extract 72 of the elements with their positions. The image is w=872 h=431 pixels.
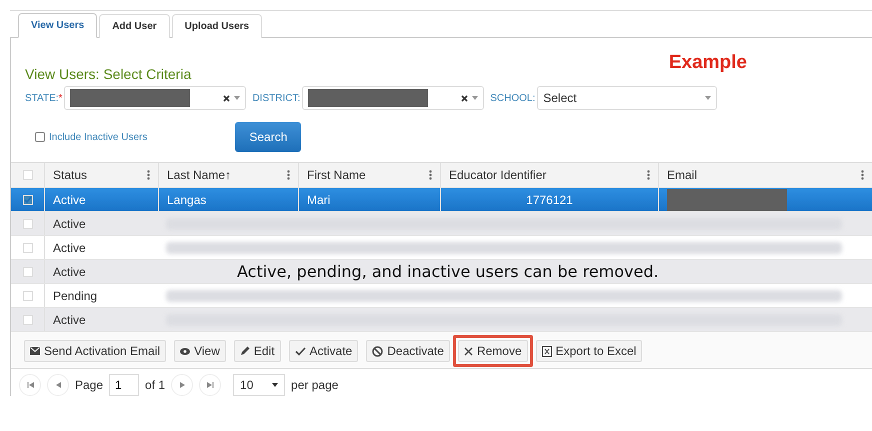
example-label: Example bbox=[668, 52, 747, 74]
action-button[interactable]: Send Activation Email bbox=[24, 340, 166, 362]
table-row[interactable]: Active bbox=[11, 212, 872, 236]
filter-label: DISTRICT: bbox=[252, 92, 300, 104]
envelope-icon bbox=[30, 347, 40, 355]
last-page-icon bbox=[206, 382, 214, 388]
search-button[interactable]: Search bbox=[235, 122, 302, 152]
ban-icon bbox=[372, 346, 384, 356]
column-menu-icon[interactable] bbox=[287, 170, 290, 180]
action-button[interactable]: Deactivate bbox=[366, 340, 450, 362]
table-row[interactable]: Active bbox=[11, 236, 872, 260]
column-header[interactable]: Status bbox=[53, 168, 88, 182]
page-count: of 1 bbox=[145, 378, 166, 392]
page-label: Page bbox=[75, 378, 104, 392]
table-cell: 1776121 bbox=[440, 188, 658, 211]
table-cell: Langas bbox=[158, 188, 298, 211]
column-menu-icon[interactable] bbox=[147, 170, 150, 180]
page-size-select[interactable]: 10 bbox=[233, 374, 286, 396]
eye-icon bbox=[180, 348, 190, 354]
tab[interactable]: Upload Users bbox=[172, 14, 262, 38]
close-icon bbox=[464, 346, 473, 356]
last-page-button[interactable] bbox=[199, 374, 222, 396]
spreadsheet-icon bbox=[542, 346, 552, 356]
first-page-button[interactable] bbox=[19, 374, 41, 396]
table-cell: Active bbox=[44, 236, 158, 259]
column-header[interactable]: Educator Identifier bbox=[449, 168, 546, 182]
action-button[interactable]: Edit bbox=[234, 340, 281, 362]
select-field[interactable]: Select bbox=[537, 86, 718, 110]
action-button[interactable]: View bbox=[174, 340, 226, 362]
column-header[interactable]: Last Name↑ bbox=[167, 168, 232, 182]
caret-icon bbox=[705, 96, 712, 100]
per-page-label: per page bbox=[291, 378, 338, 392]
table-row[interactable]: Pending bbox=[11, 284, 872, 308]
filter-label: STATE:* bbox=[25, 92, 62, 104]
table-cell: Pending bbox=[44, 284, 158, 307]
check-icon bbox=[294, 346, 306, 356]
action-button[interactable]: Activate bbox=[288, 340, 358, 362]
previous-page-button[interactable] bbox=[47, 374, 69, 396]
table-cell: Active bbox=[44, 212, 158, 235]
caret-icon bbox=[272, 383, 278, 387]
table-cell: Active bbox=[44, 188, 158, 211]
clear-icon[interactable] bbox=[223, 94, 230, 102]
action-button[interactable]: Export to Excel bbox=[536, 340, 642, 362]
table-cell: Mari bbox=[298, 188, 440, 211]
select-field[interactable] bbox=[64, 86, 246, 110]
tab[interactable]: View Users bbox=[18, 13, 98, 38]
row-checkbox[interactable] bbox=[22, 194, 32, 204]
filter-label: SCHOOL: bbox=[490, 92, 536, 104]
caret-icon bbox=[234, 96, 240, 100]
column-menu-icon[interactable] bbox=[861, 170, 864, 180]
column-menu-icon[interactable] bbox=[647, 170, 650, 180]
select-all-checkbox[interactable] bbox=[22, 170, 32, 180]
table-row[interactable]: Active bbox=[11, 308, 872, 332]
column-header[interactable]: First Name bbox=[307, 168, 366, 182]
pencil-icon bbox=[240, 346, 250, 356]
table-cell: Active bbox=[44, 260, 158, 283]
select-field[interactable] bbox=[302, 86, 484, 110]
section-title: View Users: Select Criteria bbox=[25, 66, 192, 82]
first-page-icon bbox=[26, 382, 34, 388]
caption-text: Active, pending, and inactive users can be removed. bbox=[237, 262, 659, 281]
action-button[interactable]: Remove bbox=[458, 340, 528, 362]
table-cell: Active bbox=[44, 308, 158, 331]
next-page-icon bbox=[180, 382, 185, 388]
table-row[interactable]: Active Langas Mari 1776121 bbox=[11, 188, 872, 212]
clear-icon[interactable] bbox=[461, 94, 468, 102]
column-header[interactable]: Email bbox=[667, 168, 698, 182]
page-input[interactable]: 1 bbox=[109, 374, 140, 396]
caret-icon bbox=[472, 96, 478, 100]
next-page-button[interactable] bbox=[171, 374, 194, 396]
tab[interactable]: Add User bbox=[99, 14, 170, 38]
previous-page-icon bbox=[56, 382, 60, 388]
column-menu-icon[interactable] bbox=[429, 170, 432, 180]
